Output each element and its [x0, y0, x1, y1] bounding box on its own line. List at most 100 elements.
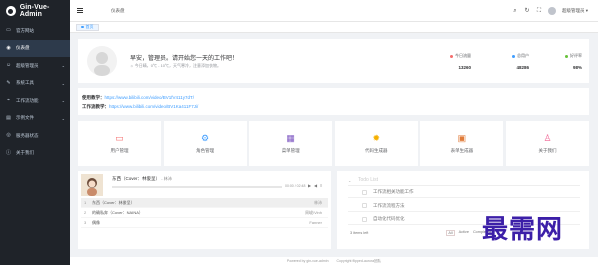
sidebar-item-label: 超级管理员: [16, 62, 39, 68]
sidebar-item-6[interactable]: ◎ 服务器状态: [0, 127, 70, 145]
playlist-row[interactable]: 3 偶像 Fanner: [81, 218, 328, 228]
sidebar-item-label: 示例文件: [16, 115, 34, 121]
sidebar-item-3[interactable]: ✎ 系统工具 ⌄: [0, 75, 70, 93]
sidebar-item-label: 仪表盘: [16, 45, 30, 51]
track-artist: 周峻/Vinh: [304, 209, 322, 215]
todo-checkbox[interactable]: [362, 216, 367, 222]
workflow-tutorial-link[interactable]: https://www.bilibili.com/video/BV1Ka411F…: [109, 104, 198, 109]
shortcut-label: 角色管理: [196, 148, 215, 153]
todo-count: 3 items left: [350, 231, 369, 235]
header-actions: ⌕ ↻ ⛶ 超级管理员 ▾: [512, 0, 588, 22]
stat-rating: 好评率 98%: [565, 53, 582, 70]
playlist-icon[interactable]: ≡: [320, 184, 322, 188]
powered-by: Powered by gin-vue-admin: [286, 259, 329, 263]
info-icon: ⓘ: [6, 149, 12, 156]
chevron-down-icon[interactable]: ⌄: [348, 178, 358, 183]
sidebar-item-label: 工作流功能: [16, 97, 39, 103]
todo-filter-all[interactable]: All: [446, 230, 455, 236]
monitor-icon: ▭: [6, 27, 11, 34]
sidebar-item-7[interactable]: ⓘ 关于我们: [0, 145, 70, 163]
dashboard-icon: ◉: [6, 44, 11, 51]
progress-bar[interactable]: [112, 186, 282, 188]
shortcut-card[interactable]: ♙ 关于我们: [506, 121, 589, 166]
shortcut-label: 代码生成器: [365, 148, 388, 153]
play-icon[interactable]: ▶: [308, 184, 311, 188]
user-icon: ♙: [543, 132, 552, 143]
todo-text: 自动化代码优化: [373, 216, 405, 221]
music-player: 东西（Cover：林俊呈） - 林沛 00:00 / 02:48 ▶ ◀ ≡ 1…: [78, 171, 331, 249]
todo-text: 工作流相关功能工作: [373, 189, 414, 194]
shortcut-card[interactable]: ▣ 表单生成器: [420, 121, 504, 166]
todo-input-row[interactable]: ⌄ Todo List: [348, 175, 580, 186]
watermark: 最需网: [482, 215, 564, 245]
chevron-down-icon: ⌄: [61, 80, 65, 86]
welcome-card: 早安，管理员。请开始您一天的工作吧！ ☼ 今日晴，0℃ - 10℃，天气寒冷，注…: [78, 39, 589, 83]
cog-icon: ✹: [372, 132, 381, 143]
video-tutorial-link[interactable]: https://www.bilibili.com/video/BV1fV411y…: [105, 95, 194, 100]
welcome-avatar: [87, 46, 117, 76]
sidebar-item-0[interactable]: ▭ 官方网站: [0, 22, 70, 40]
track-artist: Fanner: [309, 220, 322, 225]
welcome-greeting: 早安，管理员。请开始您一天的工作吧！: [130, 56, 239, 62]
menu-toggle-icon[interactable]: [77, 8, 83, 13]
track-number: 1: [84, 200, 87, 205]
sidebar-item-5[interactable]: ▤ 示例文件 ⌄: [0, 110, 70, 128]
brand-name: Gin-Vue-Admin: [19, 4, 50, 18]
video-tutorial-row: 使用教学：https://www.bilibili.com/video/BV1f…: [82, 95, 194, 100]
tab-home[interactable]: 首页: [76, 23, 99, 31]
server-icon: ◎: [6, 132, 11, 139]
tutorial-links-card: 使用教学：https://www.bilibili.com/video/BV1f…: [78, 88, 589, 115]
todo-filter-active[interactable]: Active: [459, 230, 469, 236]
stat-users: 总用户 48286: [512, 53, 529, 70]
shortcut-card[interactable]: ⚙ 角色管理: [163, 121, 247, 166]
todo-item[interactable]: 工作流相关功能工作: [348, 187, 580, 198]
track-title: 偶像: [92, 219, 100, 225]
avatar[interactable]: [547, 7, 556, 15]
shortcut-label: 关于我们: [538, 148, 557, 153]
refresh-icon[interactable]: ↻: [524, 8, 530, 14]
form-icon: ▣: [457, 132, 467, 143]
monitor-icon: ▭: [115, 132, 124, 143]
todo-checkbox[interactable]: [362, 203, 367, 208]
stat-dot: [565, 54, 568, 58]
copyright: Copyright flipped-aurora团队: [336, 258, 382, 263]
stat-traffic: 今日流量 13260: [450, 53, 471, 70]
playlist-row[interactable]: 2 的确私奔（Cover：NAINA） 周峻/Vinh: [81, 208, 328, 218]
todo-item[interactable]: 工作流流程方法: [348, 201, 580, 212]
now-playing: 东西（Cover：林俊呈） - 林沛: [112, 176, 172, 181]
active-dot: [81, 25, 84, 29]
shortcut-card[interactable]: ▭ 用户管理: [78, 121, 161, 166]
tools-icon: ✎: [6, 79, 11, 86]
todo-checkbox[interactable]: [362, 189, 367, 195]
stat-dot: [512, 54, 515, 58]
brand[interactable]: Gin-Vue-Admin: [0, 0, 70, 22]
tab-bar: 首页: [70, 22, 598, 33]
shortcut-label: 菜单管理: [281, 148, 300, 153]
track-title: 东西（Cover：林俊呈）: [92, 199, 135, 205]
setting-icon: ⚙: [201, 132, 210, 143]
logo-icon: [6, 6, 16, 16]
sidebar-item-2[interactable]: ☺ 超级管理员 ⌄: [0, 57, 70, 75]
todo-input[interactable]: Todo List: [358, 177, 378, 183]
album-cover[interactable]: [81, 174, 103, 196]
top-header: 仪表盘 ⌕ ↻ ⛶ 超级管理员 ▾: [70, 0, 598, 22]
shortcut-card[interactable]: ▦ 菜单管理: [249, 121, 333, 166]
user-name[interactable]: 超级管理员 ▾: [562, 8, 588, 14]
sidebar-item-4[interactable]: ⌁ 工作流功能 ⌄: [0, 92, 70, 110]
page-footer: Powered by gin-vue-admin Copyright flipp…: [70, 257, 598, 265]
sidebar-item-label: 服务器状态: [16, 132, 39, 138]
fullscreen-icon[interactable]: ⛶: [536, 8, 542, 14]
file-icon: ▤: [6, 114, 11, 121]
user-icon: ☺: [5, 62, 12, 69]
playlist-row[interactable]: 1 东西（Cover：林俊呈） 林沛: [81, 198, 328, 208]
shortcut-card[interactable]: ✹ 代码生成器: [334, 121, 418, 166]
volume-icon[interactable]: ◀: [314, 184, 317, 188]
sidebar: Gin-Vue-Admin ▭ 官方网站 ◉ 仪表盘 ☺ 超级管理员 ⌄ ✎ 系统工具 ⌄ ⌁ 工作流…: [0, 0, 70, 265]
workflow-tutorial-row: 工作流教学：https://www.bilibili.com/video/BV1…: [82, 104, 199, 109]
workflow-icon: ⌁: [6, 97, 10, 104]
search-icon[interactable]: ⌕: [512, 8, 518, 14]
play-time: 00:00 / 02:48: [285, 184, 306, 188]
weather-icon: ☼: [130, 63, 134, 68]
sidebar-item-1[interactable]: ◉ 仪表盘: [0, 39, 70, 57]
sidebar-menu: ▭ 官方网站 ◉ 仪表盘 ☺ 超级管理员 ⌄ ✎ 系统工具 ⌄ ⌁ 工作流功能 ⌄ ▤ 示例文件 ⌄ ◎ 服务器状…: [0, 22, 70, 162]
